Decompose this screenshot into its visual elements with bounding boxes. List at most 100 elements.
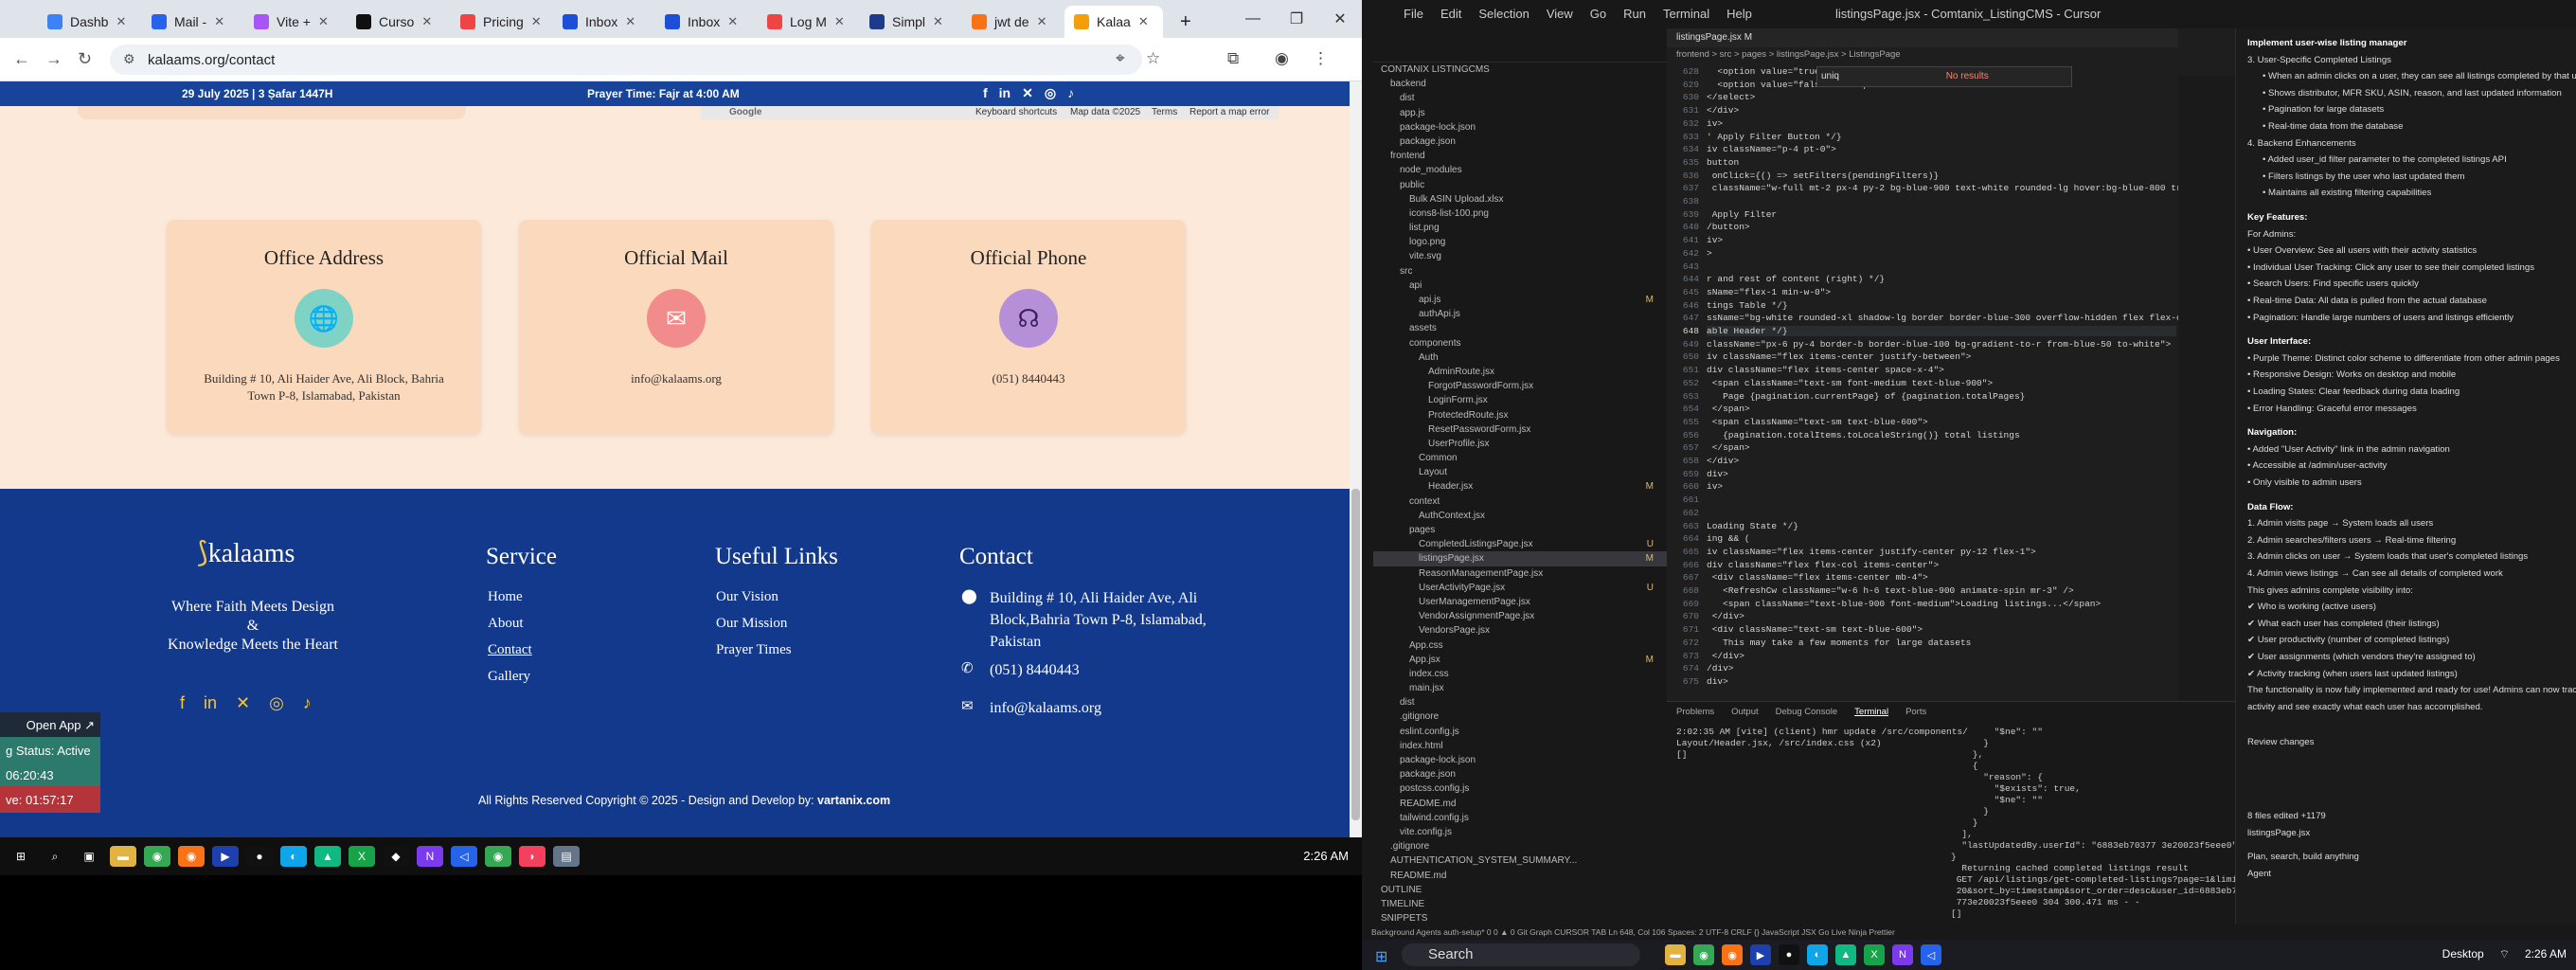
code-line[interactable]: div> [1707, 676, 1728, 687]
code-line[interactable]: <span className="text-sm text-blue-600"> [1707, 417, 1928, 427]
back-icon[interactable]: ← [13, 49, 30, 69]
code-line[interactable]: {pagination.totalItems.toLocaleString()}… [1707, 430, 2020, 440]
footer-link-about[interactable]: About [488, 616, 524, 632]
explorer-item[interactable]: package.json [1373, 767, 1667, 781]
facebook-icon[interactable]: f [180, 693, 185, 713]
close-tab-icon[interactable]: ✕ [1138, 14, 1149, 29]
editor-tab[interactable]: listingsPage.jsx M [1667, 28, 2178, 47]
linkedin-icon[interactable]: in [204, 693, 217, 713]
code-line[interactable]: className="w-full mt-2 px-4 py-2 bg-blue… [1707, 183, 2178, 193]
explorer-item[interactable]: main.jsx [1373, 681, 1667, 695]
menu-help[interactable]: Help [1726, 7, 1752, 21]
explorer-item[interactable]: package.json [1373, 135, 1667, 149]
browser-tab[interactable]: Vite + ✕ [244, 6, 343, 38]
app-icon[interactable]: ◐ [280, 846, 307, 867]
explorer-item[interactable]: UserActivityPage.jsx U [1373, 581, 1667, 595]
location-icon[interactable]: ⌖ [1116, 49, 1125, 68]
explorer-item[interactable]: .gitignore [1373, 710, 1667, 724]
search-icon[interactable]: ⌕ [42, 846, 68, 867]
footer-link-prayer-times[interactable]: Prayer Times [716, 642, 792, 658]
code-line[interactable]: ' Apply Filter Button */} [1707, 132, 1842, 142]
site-info-icon[interactable]: ⚙ [123, 51, 135, 67]
panel-tab-debug-console[interactable]: Debug Console [1776, 707, 1838, 717]
close-tab-icon[interactable]: ✕ [625, 14, 635, 29]
chat-input[interactable]: Plan, search, build anything [2247, 852, 2359, 862]
wifi-icon[interactable]: ⌔ [2499, 947, 2510, 961]
developer-link[interactable]: vartanix.com [817, 794, 890, 807]
code-line[interactable]: > [1707, 248, 1712, 259]
explorer-item[interactable]: VendorsPage.jsx [1373, 623, 1667, 638]
profile-icon[interactable]: ◉ [1275, 49, 1289, 68]
explorer-item[interactable]: list.png [1373, 221, 1667, 235]
explorer-item[interactable]: ResetPasswordForm.jsx [1373, 422, 1667, 437]
browser-tab[interactable]: Inbox ✕ [655, 6, 754, 38]
maximize-button[interactable]: ❐ [1275, 0, 1318, 38]
explorer-item[interactable]: CompletedListingsPage.jsx U [1373, 537, 1667, 551]
excel-icon[interactable]: X [1864, 944, 1885, 965]
close-tab-icon[interactable]: ✕ [1037, 14, 1047, 29]
code-line[interactable]: div className="flex flex-col items-cente… [1707, 560, 1939, 570]
left-clock[interactable]: 2:26 AM [1303, 849, 1349, 863]
bookmark-star-icon[interactable]: ☆ [1146, 49, 1160, 68]
browser-tab[interactable]: Kalaa ✕ [1064, 6, 1163, 38]
panel-tab-output[interactable]: Output [1731, 707, 1759, 717]
app-icon[interactable]: ◐ [1807, 944, 1828, 965]
explorer-item[interactable]: vite.svg [1373, 249, 1667, 263]
close-tab-icon[interactable]: ✕ [531, 14, 542, 29]
explorer-item[interactable]: dist [1373, 695, 1667, 710]
footer-link-our-vision[interactable]: Our Vision [716, 589, 778, 605]
extensions-icon[interactable]: ⧉ [1227, 49, 1239, 68]
explorer-item[interactable]: OUTLINE [1373, 883, 1667, 897]
keyboard-shortcuts-link[interactable]: Keyboard shortcuts [975, 107, 1057, 117]
breadcrumb[interactable]: frontend > src > pages > listingsPage.js… [1667, 47, 2178, 63]
explorer-item[interactable]: api.js M [1373, 293, 1667, 307]
browser-tab[interactable]: Curso ✕ [347, 6, 445, 38]
explorer-item[interactable]: components [1373, 336, 1667, 350]
close-tab-icon[interactable]: ✕ [727, 14, 738, 29]
app-icon[interactable]: ▤ [553, 846, 580, 867]
chrome-icon[interactable]: ◉ [144, 846, 170, 867]
chat-line[interactable]: listingsPage.jsx [2247, 828, 2310, 838]
code-line[interactable]: </span> [1707, 442, 1750, 453]
explorer-item[interactable]: frontend [1373, 149, 1667, 163]
menu-file[interactable]: File [1404, 7, 1423, 21]
vscode-icon[interactable]: ◁ [1921, 944, 1941, 965]
explorer-item[interactable]: src [1373, 264, 1667, 278]
code-line[interactable]: tings Table */} [1707, 300, 1788, 311]
code-line[interactable]: iv className="p-4 pt-0"> [1707, 144, 1836, 154]
panel-tab-problems[interactable]: Problems [1676, 707, 1714, 717]
code-line[interactable]: ing && ( [1707, 533, 1750, 544]
explorer-item[interactable]: api [1373, 278, 1667, 293]
explorer-item[interactable]: .gitignore [1373, 839, 1667, 853]
browser-tab[interactable]: Pricing ✕ [451, 6, 549, 38]
explorer-item[interactable]: context [1373, 494, 1667, 509]
browser-tab[interactable]: jwt de ✕ [962, 6, 1061, 38]
close-tab-icon[interactable]: ✕ [421, 14, 432, 29]
explorer-item[interactable]: AUTHENTICATION_SYSTEM_SUMMARY... [1373, 853, 1667, 868]
explorer-item[interactable]: UserProfile.jsx [1373, 437, 1667, 451]
close-tab-icon[interactable]: ✕ [834, 14, 845, 29]
minimize-button[interactable]: — [1231, 0, 1275, 38]
instagram-icon[interactable]: ◎ [269, 693, 284, 713]
code-line[interactable]: iv className="flex items-center justify-… [1707, 351, 1971, 362]
code-line[interactable]: able Header */} [1707, 326, 2176, 336]
github-icon[interactable]: ● [246, 846, 273, 867]
explorer-item[interactable]: Layout [1373, 465, 1667, 479]
explorer-item[interactable]: vite.config.js [1373, 825, 1667, 839]
explorer-item[interactable]: ProtectedRoute.jsx [1373, 408, 1667, 422]
code-line[interactable]: </div> [1707, 456, 1739, 466]
code-line[interactable]: div className="flex items-center space-x… [1707, 365, 1944, 375]
close-tab-icon[interactable]: ✕ [116, 14, 126, 29]
app-icon[interactable]: ◗ [519, 846, 546, 867]
explorer-item[interactable]: public [1373, 178, 1667, 192]
chat-line[interactable]: Review changes [2247, 737, 2314, 747]
explorer-item[interactable]: SNIPPETS [1373, 911, 1667, 925]
linkedin-icon[interactable]: in [999, 85, 1011, 101]
explorer-item[interactable]: LoginForm.jsx [1373, 393, 1667, 407]
new-tab-button[interactable]: + [1171, 6, 1201, 38]
code-line[interactable]: sName="flex-1 min-w-0"> [1707, 287, 1831, 297]
browser-tab[interactable]: Simpl ✕ [860, 6, 958, 38]
taskbar-search[interactable]: Search [1402, 943, 1640, 966]
footer-link-home[interactable]: Home [488, 589, 523, 605]
code-line[interactable]: /div> [1707, 663, 1734, 674]
